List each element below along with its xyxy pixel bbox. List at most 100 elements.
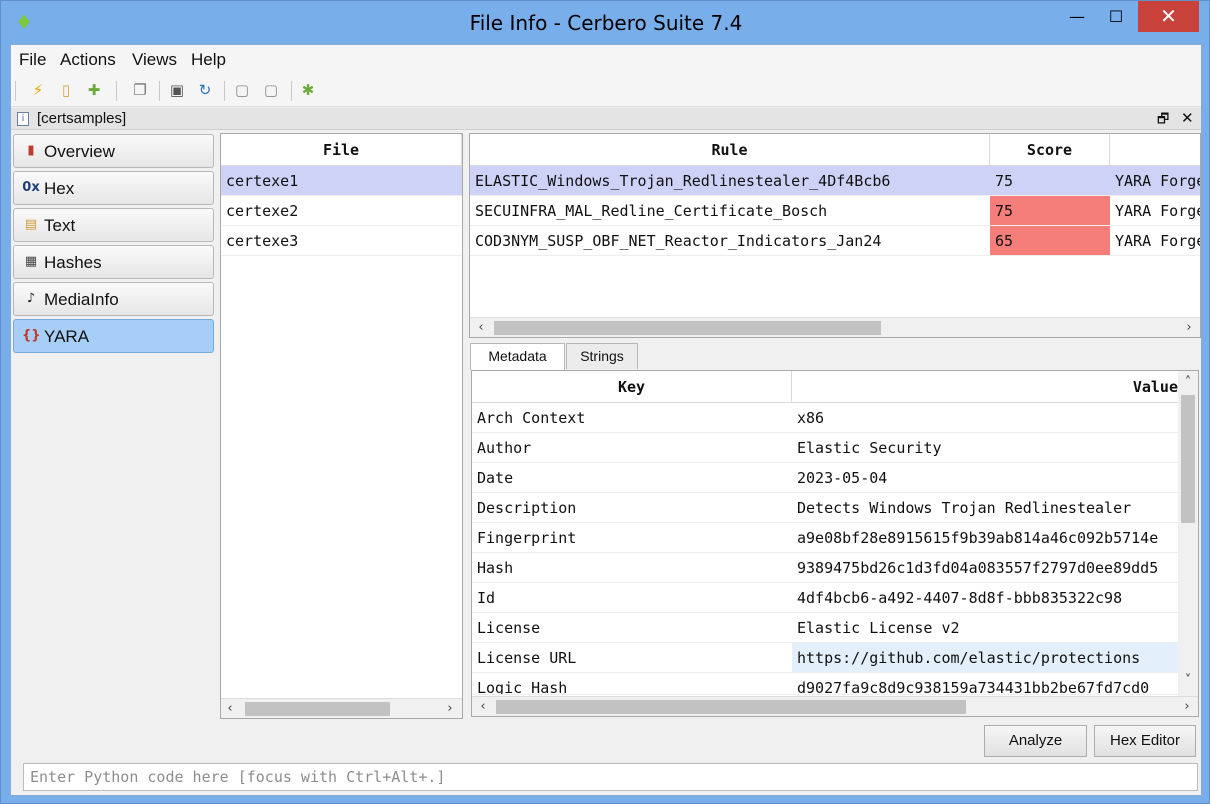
- rule-name: ELASTIC_Windows_Trojan_Redlinestealer_4D…: [475, 172, 891, 190]
- file-list-hscrollbar[interactable]: ‹ ›: [221, 698, 462, 718]
- rule-score: 65: [990, 226, 1110, 255]
- minimize-button[interactable]: —: [1060, 1, 1094, 32]
- scroll-right-icon[interactable]: ›: [1180, 318, 1198, 337]
- scroll-down-icon[interactable]: ˅: [1179, 671, 1197, 691]
- panel-alt-icon[interactable]: ▢: [260, 79, 282, 101]
- rule-row[interactable]: COD3NYM_SUSP_OBF_NET_Reactor_Indicators_…: [470, 226, 1201, 256]
- python-console-input[interactable]: Enter Python code here [focus with Ctrl+…: [23, 763, 1198, 791]
- scroll-up-icon[interactable]: ˄: [1179, 373, 1197, 393]
- metadata-value: Detects Windows Trojan Redlinestealer: [797, 499, 1132, 517]
- save-icon[interactable]: ▣: [166, 79, 188, 101]
- nav-label: Hashes: [44, 253, 102, 272]
- nav-overview[interactable]: ▮ Overview: [13, 134, 214, 168]
- scroll-right-icon[interactable]: ›: [1178, 697, 1196, 716]
- rule-row[interactable]: SECUINFRA_MAL_Redline_Certificate_Bosch …: [470, 196, 1201, 226]
- rule-row[interactable]: ELASTIC_Windows_Trojan_Redlinestealer_4D…: [470, 166, 1201, 196]
- scroll-thumb[interactable]: [1181, 395, 1195, 523]
- nav-hex[interactable]: 0x Hex: [13, 171, 214, 205]
- metadata-value: Elastic License v2: [797, 619, 960, 637]
- hex-icon: 0x: [22, 180, 40, 195]
- rule-column-header[interactable]: Rule: [470, 134, 990, 166]
- app-window: ♦ File Info - Cerbero Suite 7.4 — ☐ ✕ Fi…: [0, 0, 1210, 804]
- plugin-icon[interactable]: ✱: [297, 79, 319, 101]
- nav-mediainfo[interactable]: ♪ MediaInfo: [13, 282, 214, 316]
- metadata-row[interactable]: Date 2023-05-04: [472, 463, 1178, 493]
- scroll-thumb[interactable]: [496, 700, 966, 714]
- nav-label: Text: [44, 216, 76, 235]
- menu-help[interactable]: Help: [191, 50, 226, 70]
- score-column-header[interactable]: Score: [990, 134, 1110, 166]
- menu-actions[interactable]: Actions: [60, 50, 116, 70]
- metadata-key: Arch Context: [477, 409, 586, 427]
- close-button[interactable]: ✕: [1138, 1, 1199, 32]
- scroll-left-icon[interactable]: ‹: [472, 318, 490, 337]
- metadata-row[interactable]: Id 4df4bcb6-a492-4407-8d8f-bbb835322c98: [472, 583, 1178, 613]
- metadata-row[interactable]: Logic Hash d9027fa9c8d9c938159a734431bb2…: [472, 673, 1178, 695]
- toolbar-separator: [159, 81, 160, 101]
- metadata-row[interactable]: Hash 9389475bd26c1d3fd04a083557f2797d0ee…: [472, 553, 1178, 583]
- file-row[interactable]: certexe3: [221, 226, 462, 256]
- menu-file[interactable]: File: [19, 50, 46, 70]
- scroll-left-icon[interactable]: ‹: [474, 697, 492, 716]
- scroll-left-icon[interactable]: ‹: [221, 699, 239, 719]
- title-bar[interactable]: ♦ File Info - Cerbero Suite 7.4 — ☐ ✕: [1, 1, 1210, 45]
- panel-icon[interactable]: ▢: [231, 79, 253, 101]
- document-icon: i: [17, 112, 29, 126]
- nav-text[interactable]: ▤ Text: [13, 208, 214, 242]
- music-note-icon: ♪: [26, 291, 36, 306]
- metadata-row[interactable]: License Elastic License v2: [472, 613, 1178, 643]
- metadata-vscrollbar[interactable]: ˄ ˅: [1178, 371, 1198, 696]
- value-column-header[interactable]: Value: [792, 371, 1178, 403]
- tab-strings[interactable]: Strings: [566, 343, 638, 369]
- rules-hscrollbar[interactable]: ‹ ›: [470, 317, 1200, 337]
- refresh-icon[interactable]: ↻: [194, 79, 216, 101]
- metadata-value: https://github.com/elastic/protections: [792, 643, 1178, 672]
- metadata-hscrollbar[interactable]: ‹ ›: [472, 696, 1198, 716]
- restore-icon[interactable]: 🗗: [1157, 110, 1169, 132]
- file-row[interactable]: certexe2: [221, 196, 462, 226]
- window-title: File Info - Cerbero Suite 7.4: [469, 11, 743, 35]
- windows-icon[interactable]: ❐: [129, 79, 151, 101]
- toolbar: ⚡ ▯ ✚ ❐ ▣ ↻ ▢ ▢ ✱: [11, 75, 1201, 107]
- nav-label: MediaInfo: [44, 290, 119, 309]
- bar-chart-icon: ▮: [27, 143, 35, 158]
- document-title: [certsamples]: [37, 110, 127, 127]
- metadata-value: 4df4bcb6-a492-4407-8d8f-bbb835322c98: [797, 589, 1123, 607]
- metadata-row[interactable]: Description Detects Windows Trojan Redli…: [472, 493, 1178, 523]
- file-column-header[interactable]: File: [221, 134, 462, 166]
- add-file-icon[interactable]: ✚: [83, 79, 105, 101]
- nav-yara[interactable]: {} YARA: [13, 319, 214, 353]
- close-document-icon[interactable]: ✕: [1181, 109, 1194, 127]
- rule-source: YARA Forge: [1115, 232, 1201, 250]
- toolbar-separator: [116, 81, 117, 101]
- metadata-row[interactable]: License URL https://github.com/elastic/p…: [472, 643, 1178, 673]
- scroll-thumb[interactable]: [245, 702, 390, 716]
- metadata-row[interactable]: Arch Context x86: [472, 403, 1178, 433]
- metadata-key: Id: [477, 589, 496, 607]
- maximize-button[interactable]: ☐: [1099, 1, 1133, 32]
- metadata-panel: Key Value Arch Context x86 Author Elasti…: [471, 370, 1199, 717]
- nav-hashes[interactable]: ▦ Hashes: [13, 245, 214, 279]
- new-file-icon[interactable]: ▯: [55, 79, 77, 101]
- key-column-header[interactable]: Key: [472, 371, 792, 403]
- metadata-value: a9e08bf28e8915615f9b39ab814a46c092b5714e: [797, 529, 1159, 547]
- hex-editor-button[interactable]: Hex Editor: [1094, 725, 1196, 757]
- metadata-row[interactable]: Fingerprint a9e08bf28e8915615f9b39ab814a…: [472, 523, 1178, 553]
- menu-views[interactable]: Views: [132, 50, 177, 70]
- rule-source: YARA Forge: [1115, 172, 1201, 190]
- file-row[interactable]: certexe1: [221, 166, 462, 196]
- metadata-key: License URL: [477, 649, 577, 667]
- file-name: certexe3: [226, 232, 299, 250]
- lightning-icon[interactable]: ⚡: [27, 79, 49, 101]
- scroll-right-icon[interactable]: ›: [441, 699, 459, 719]
- scroll-thumb[interactable]: [494, 321, 881, 335]
- tab-metadata[interactable]: Metadata: [470, 343, 565, 370]
- nav-label: Hex: [44, 179, 75, 198]
- metadata-key: Date: [477, 469, 514, 487]
- metadata-row[interactable]: Author Elastic Security: [472, 433, 1178, 463]
- source-column-header[interactable]: [1110, 134, 1200, 166]
- nav-label: YARA: [44, 327, 90, 346]
- metadata-key: Hash: [477, 559, 514, 577]
- rule-source: YARA Forge: [1115, 202, 1201, 220]
- analyze-button[interactable]: Analyze: [984, 725, 1087, 757]
